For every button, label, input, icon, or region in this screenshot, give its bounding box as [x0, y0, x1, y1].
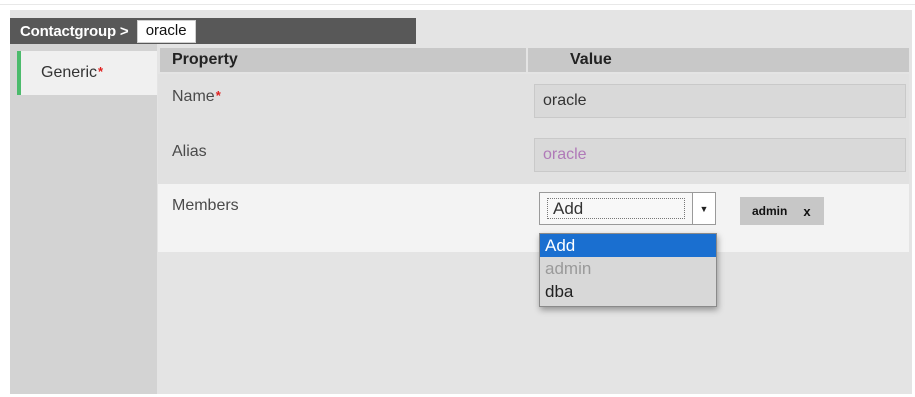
required-marker: *	[98, 64, 104, 79]
tab-generic-label: Generic*	[41, 64, 104, 81]
members-label: Members	[172, 197, 239, 214]
sidebar	[10, 44, 157, 394]
breadcrumb: Contactgroup > oracle	[10, 18, 416, 44]
required-marker: *	[215, 88, 221, 103]
member-tag-label: admin	[752, 204, 788, 218]
table-row-alias: Alias oracle	[158, 130, 909, 184]
tab-generic[interactable]: Generic*	[17, 51, 157, 95]
dropdown-option-dba[interactable]: dba	[540, 280, 716, 303]
chevron-down-icon[interactable]: ▼	[692, 193, 715, 224]
remove-member-button[interactable]: x	[803, 204, 810, 219]
value-column-header: Value	[528, 48, 909, 72]
breadcrumb-separator: >	[119, 22, 129, 40]
table-row-name: Name* oracle	[158, 74, 909, 130]
members-select-value: Add	[547, 198, 685, 219]
alias-label: Alias	[172, 143, 207, 160]
members-dropdown-list: Add admin dba	[539, 233, 717, 307]
breadcrumb-object-name[interactable]: oracle	[136, 19, 196, 43]
breadcrumb-label: Contactgroup	[20, 22, 116, 40]
members-select[interactable]: Add ▼	[539, 192, 716, 225]
dropdown-option-admin: admin	[545, 259, 592, 278]
member-tag-admin: admin x	[740, 197, 824, 225]
name-field[interactable]: oracle	[534, 84, 906, 118]
dropdown-option-add[interactable]: Add	[540, 234, 716, 257]
table-row-members: Members Add ▼ admin x	[158, 184, 909, 252]
alias-field[interactable]: oracle	[534, 138, 906, 172]
top-border	[0, 0, 915, 5]
property-column-header: Property	[160, 48, 526, 72]
name-label: Name*	[172, 88, 221, 105]
